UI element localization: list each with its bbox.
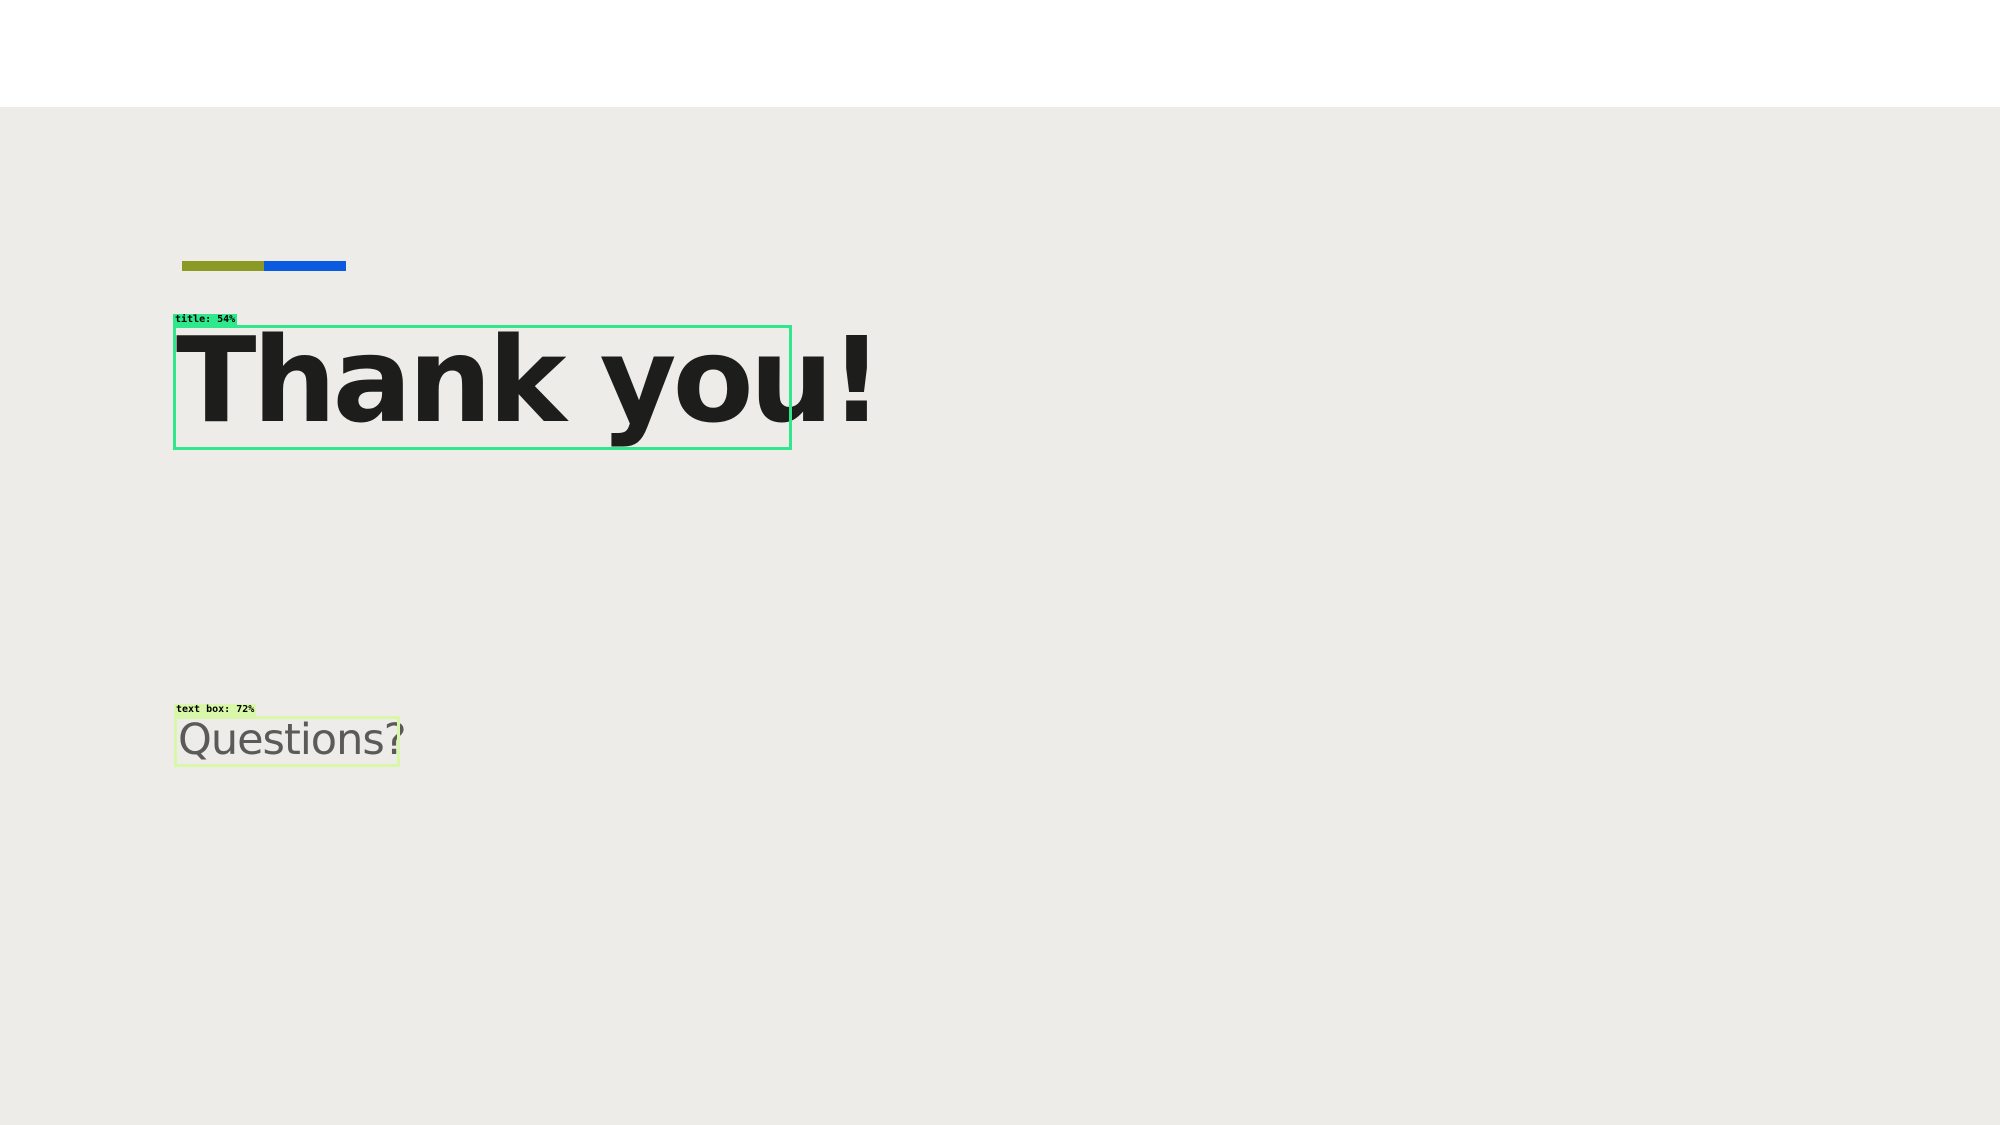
title-detection-box [173,325,792,450]
textbox-detection-box [174,716,400,767]
slide-canvas [0,107,2000,1125]
accent-bar [182,261,346,271]
accent-bar-olive-segment [182,261,264,271]
accent-bar-blue-segment [264,261,346,271]
top-strip [0,0,2000,107]
